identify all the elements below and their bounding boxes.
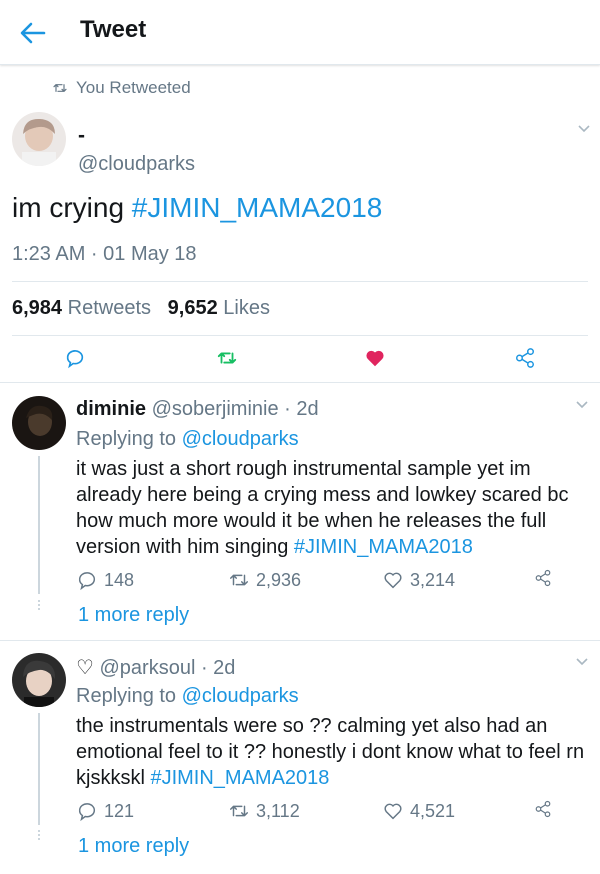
retweets-count[interactable]: 6,984 (12, 297, 62, 319)
share-icon (535, 800, 551, 818)
tweet-text-body: im crying (12, 192, 132, 223)
retweet-count: 3,112 (256, 800, 300, 821)
tweet-author-name[interactable]: - (78, 124, 85, 148)
retweet-button[interactable]: 2,936 (228, 569, 301, 591)
retweet-button[interactable]: 3,112 (228, 800, 300, 822)
likes-label[interactable]: Likes (223, 297, 270, 319)
more-replies-link[interactable]: 1 more reply (78, 604, 189, 627)
thread-dots (37, 830, 41, 842)
thread-line (38, 713, 40, 825)
chevron-down-icon[interactable] (574, 396, 590, 412)
replying-to: Replying to @cloudparks (76, 685, 299, 708)
reply-header: ♡ @parksoul · 2d (76, 655, 235, 680)
top-app-bar: Tweet (0, 0, 600, 65)
chevron-down-icon[interactable] (576, 120, 592, 136)
divider (12, 335, 588, 336)
reply-author-name[interactable]: ♡ (76, 657, 94, 679)
avatar-image (12, 396, 66, 450)
like-button[interactable]: 3,214 (382, 569, 455, 591)
share-button[interactable] (534, 800, 552, 818)
tweet-timestamp: 1:23 AM · 01 May 18 (12, 243, 197, 265)
retweet-icon[interactable] (216, 347, 238, 369)
replying-to: Replying to @cloudparks (76, 428, 299, 451)
reply-text: the instrumentals were so ?? calming yet… (76, 713, 592, 791)
retweet-icon (230, 574, 248, 586)
replying-prefix: Replying to (76, 428, 182, 450)
reply-actions: 121 3,112 4,521 (76, 800, 566, 824)
thread-line (38, 456, 40, 594)
reply-actions: 148 2,936 3,214 (76, 569, 566, 593)
retweet-count: 2,936 (256, 569, 302, 590)
reply-button[interactable]: 121 (76, 800, 134, 822)
share-icon (535, 569, 551, 587)
thread-dots (37, 600, 41, 612)
retweets-label[interactable]: Retweets (68, 297, 151, 319)
header-title: Tweet (80, 16, 147, 43)
share-button[interactable] (534, 569, 552, 587)
divider (12, 281, 588, 282)
tweet-author-handle[interactable]: @cloudparks (78, 153, 195, 176)
avatar-image (12, 112, 66, 166)
tweet-stats: 6,984 Retweets 9,652 Likes (12, 297, 270, 320)
share-icon[interactable] (514, 347, 536, 369)
replying-mention[interactable]: @cloudparks (182, 428, 299, 450)
reply-icon (78, 572, 96, 591)
tweet-text: im crying #JIMIN_MAMA2018 (12, 192, 382, 224)
avatar[interactable] (12, 653, 66, 707)
tweet-hashtag[interactable]: #JIMIN_MAMA2018 (132, 192, 383, 223)
heart-outline-icon (384, 803, 402, 820)
reply-button[interactable]: 148 (76, 569, 134, 591)
reply-header: diminie @soberjiminie · 2d (76, 398, 319, 421)
divider (0, 640, 600, 641)
retweet-context: You Retweeted (52, 78, 191, 98)
reply-icon (78, 803, 96, 822)
reply-handle-time[interactable]: @parksoul · 2d (100, 657, 236, 679)
reply-hashtag[interactable]: #JIMIN_MAMA2018 (294, 536, 473, 558)
chevron-down-icon[interactable] (574, 653, 590, 669)
replying-mention[interactable]: @cloudparks (182, 685, 299, 707)
like-heart-icon[interactable] (364, 347, 386, 369)
reply-author-name[interactable]: diminie (76, 398, 146, 420)
reply-handle-time[interactable]: @soberjiminie · 2d (152, 398, 319, 420)
retweet-icon (53, 84, 67, 92)
reply-count: 148 (104, 569, 135, 590)
like-count: 3,214 (410, 569, 456, 590)
replying-prefix: Replying to (76, 685, 182, 707)
reply-icon[interactable] (64, 347, 86, 369)
reply-hashtag[interactable]: #JIMIN_MAMA2018 (150, 767, 329, 789)
like-button[interactable]: 4,521 (382, 800, 455, 822)
more-replies-link[interactable]: 1 more reply (78, 835, 189, 858)
back-button[interactable] (16, 16, 50, 50)
back-arrow-icon (20, 22, 46, 44)
reply-text: it was just a short rough instrumental s… (76, 456, 592, 560)
avatar[interactable] (12, 112, 66, 166)
divider (0, 382, 600, 383)
heart-outline-icon (384, 572, 402, 589)
retweet-context-label: You Retweeted (76, 78, 191, 97)
retweet-icon (230, 805, 248, 817)
avatar-image (12, 653, 66, 707)
likes-count[interactable]: 9,652 (168, 297, 218, 319)
like-count: 4,521 (410, 800, 456, 821)
reply-count: 121 (104, 800, 135, 821)
avatar[interactable] (12, 396, 66, 450)
